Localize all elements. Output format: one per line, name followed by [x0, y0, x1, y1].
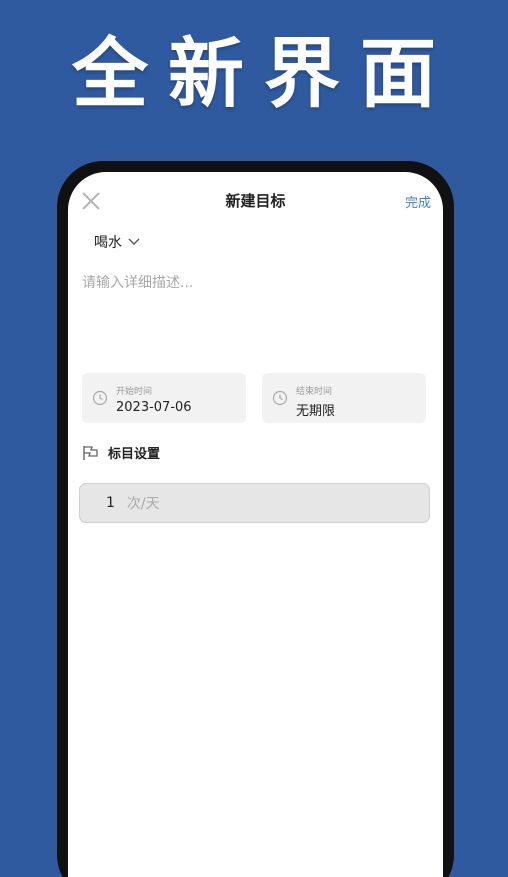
- start-date-value: 2023-07-06: [116, 400, 192, 415]
- category-dropdown[interactable]: 喝水: [94, 232, 140, 252]
- frequency-value: 1: [106, 495, 115, 511]
- chevron-down-icon: [128, 238, 140, 245]
- end-date-value: 无期限: [296, 404, 336, 419]
- goal-settings-label: 标目设置: [108, 447, 161, 462]
- frequency-unit: 次/天: [126, 496, 160, 512]
- nav-bar: 新建目标 完成: [68, 178, 443, 220]
- start-date-card[interactable]: 开始时间 2023-07-06: [82, 373, 246, 423]
- description-input[interactable]: [82, 275, 422, 291]
- promo-headline: 全新界面: [72, 29, 456, 118]
- page-title: 新建目标: [225, 192, 286, 210]
- flag-icon: [83, 445, 98, 460]
- start-date-label: 开始时间: [116, 387, 153, 397]
- end-date-card[interactable]: 结束时间 无期限: [262, 373, 426, 423]
- frequency-input[interactable]: 1 次/天: [79, 483, 430, 523]
- done-button[interactable]: 完成: [405, 192, 431, 211]
- category-value: 喝水: [94, 235, 122, 251]
- goal-settings-header: 标目设置: [82, 443, 160, 462]
- app-screen: 新建目标 完成 喝水 开始时间 2023-07-06 结束时间 无期限: [68, 172, 443, 877]
- phone-frame: 新建目标 完成 喝水 开始时间 2023-07-06 结束时间 无期限: [57, 161, 454, 877]
- clock-icon: [272, 390, 288, 406]
- end-date-label: 结束时间: [296, 387, 333, 397]
- clock-icon: [92, 390, 108, 406]
